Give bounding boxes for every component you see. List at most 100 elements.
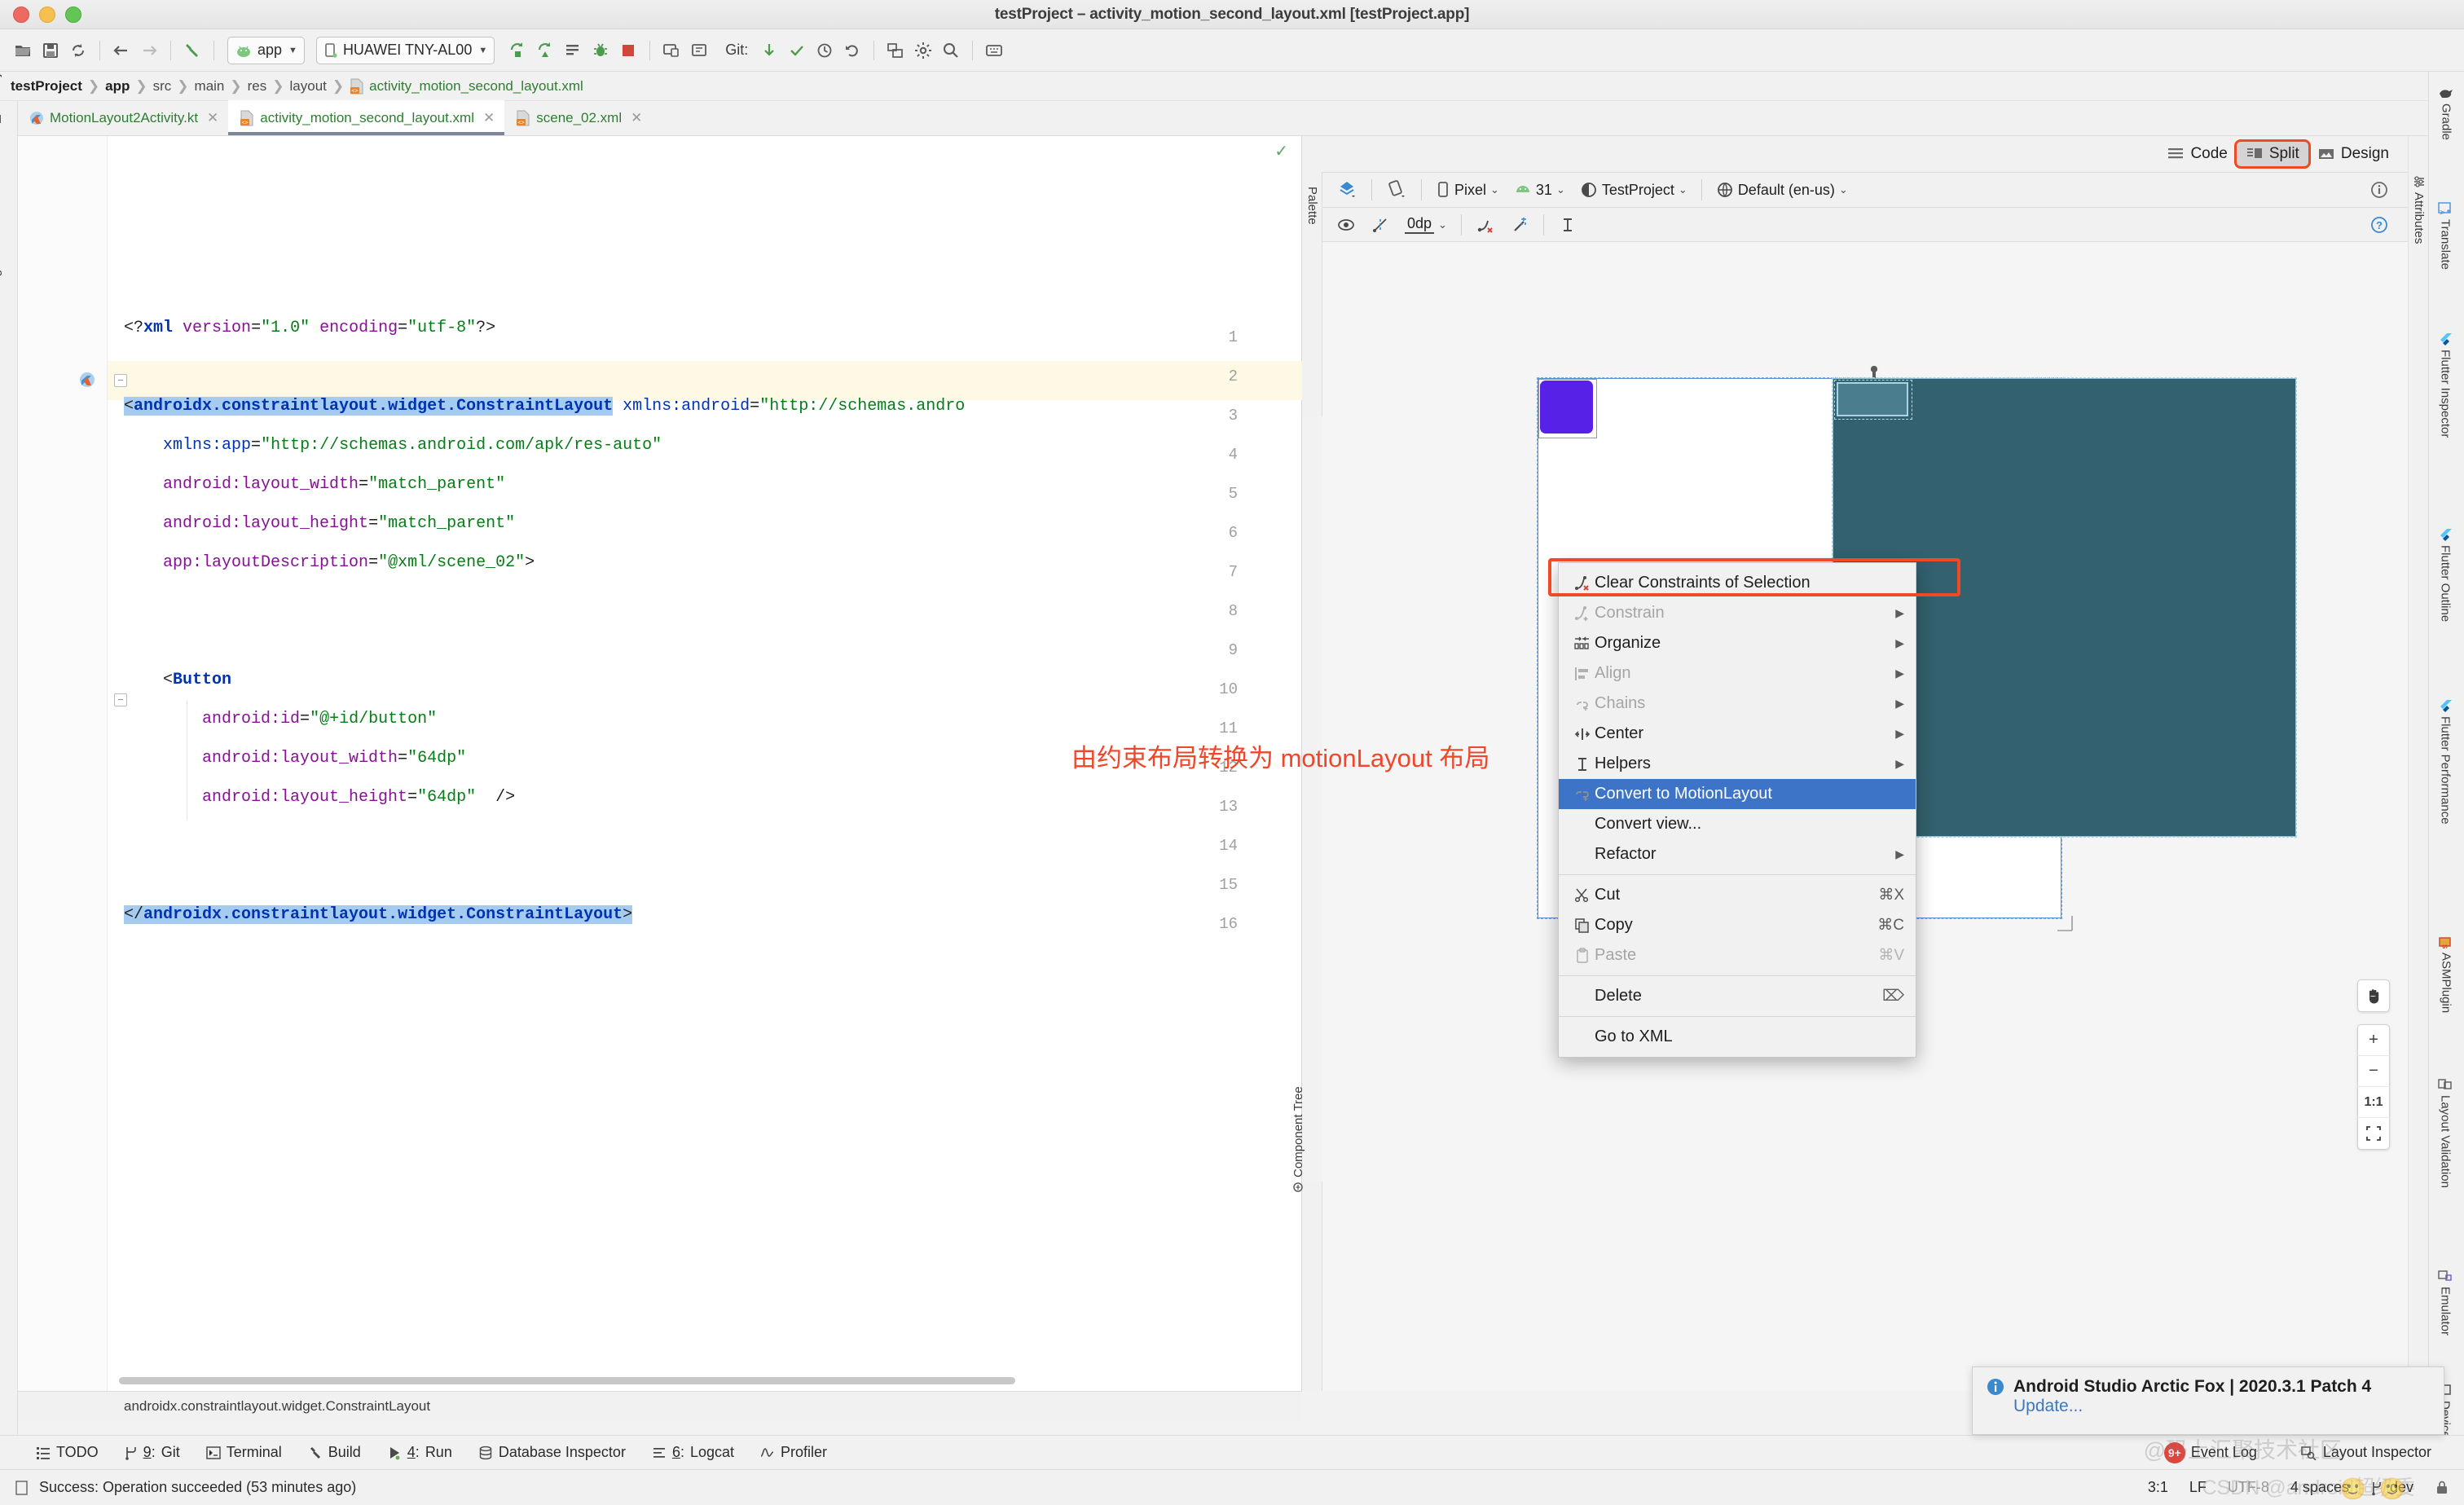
tab-close-icon-1[interactable]: ✕ <box>483 110 495 126</box>
gutter-related-file-icon[interactable] <box>78 371 96 389</box>
device-resize-handle[interactable] <box>2056 914 2074 932</box>
tool-button-profiler[interactable]: Profiler <box>747 1441 840 1463</box>
pan-control-group[interactable] <box>2357 979 2390 1012</box>
zoom-control-group[interactable]: + − 1:1 <box>2357 1024 2390 1150</box>
sidebar-item-flutter-performance[interactable]: Flutter Performance <box>2438 699 2453 825</box>
view-mode-design[interactable]: Design <box>2308 142 2398 166</box>
button-widget[interactable] <box>1540 381 1593 433</box>
tab-close-icon-0[interactable]: ✕ <box>207 110 218 126</box>
editor-gutter[interactable] <box>18 136 108 1391</box>
update-notification[interactable]: Android Studio Arctic Fox | 2020.3.1 Pat… <box>1972 1366 2444 1435</box>
sidebar-item-attributes[interactable]: Attributes <box>2412 175 2426 244</box>
menu-item-constrain[interactable]: Constrain ▶ <box>1559 598 1916 628</box>
line-separator[interactable]: LF <box>2189 1479 2207 1496</box>
sidebar-item-component-tree[interactable]: Component Tree <box>1291 1086 1305 1193</box>
locale-dropdown[interactable]: Default (en-us) ⌄ <box>1709 178 1855 201</box>
tab-motionlayout2activity-kt[interactable]: MotionLayout2Activity.kt ✕ <box>18 100 228 135</box>
debug-icon[interactable] <box>587 37 614 64</box>
design-surface-icon[interactable] <box>1329 177 1365 203</box>
breadcrumb-item-2[interactable]: src <box>147 78 178 95</box>
editor-horizontal-scrollbar[interactable] <box>119 1377 1015 1384</box>
orientation-icon[interactable] <box>1379 177 1415 203</box>
menu-item-refactor[interactable]: Refactor ▶ <box>1559 839 1916 869</box>
tab-scene-02-xml[interactable]: <> scene_02.xml ✕ <box>504 100 652 135</box>
file-encoding[interactable]: UTF-8 <box>2228 1479 2269 1496</box>
view-mode-code[interactable]: Code <box>2158 142 2236 166</box>
menu-item-helpers[interactable]: Helpers ▶ <box>1559 749 1916 779</box>
menu-item-paste[interactable]: Paste ⌘V <box>1559 940 1916 970</box>
tool-button-terminal[interactable]: Terminal <box>193 1441 295 1463</box>
tool-button-build[interactable]: Build <box>295 1441 374 1463</box>
menu-item-cut[interactable]: Cut ⌘X <box>1559 880 1916 910</box>
magic-wand-icon[interactable] <box>1503 213 1537 237</box>
sidebar-item-flutter-inspector[interactable]: Flutter Inspector <box>2438 332 2453 438</box>
blueprint-button-widget[interactable] <box>1837 382 1908 416</box>
sidebar-item-flutter-outline[interactable]: Flutter Outline <box>2438 528 2453 622</box>
menu-item-center[interactable]: Center ▶ <box>1559 719 1916 749</box>
tool-button-todo[interactable]: TODO <box>23 1441 112 1463</box>
run-icon[interactable] <box>504 37 530 64</box>
eye-icon[interactable] <box>1329 213 1363 237</box>
pan-hand-icon[interactable] <box>2357 980 2390 1011</box>
key-promoter-icon[interactable] <box>981 37 1007 64</box>
theme-dropdown[interactable]: TestProject ⌄ <box>1573 178 1695 201</box>
view-mode-split[interactable]: Split <box>2233 139 2311 169</box>
commit-icon[interactable] <box>784 37 810 64</box>
sdk-manager-icon[interactable] <box>686 37 712 64</box>
menu-item-convert-to-motionlayout[interactable]: Convert to MotionLayout <box>1559 779 1916 809</box>
sync-icon[interactable] <box>65 37 91 64</box>
show-constraints-icon[interactable] <box>1363 213 1397 237</box>
sidebar-item-project[interactable]: 1: Project <box>0 58 2 125</box>
tab-close-icon-2[interactable]: ✕ <box>631 110 642 126</box>
search-everywhere-icon[interactable] <box>938 37 964 64</box>
module-selector[interactable]: app ▼ <box>227 36 305 64</box>
tool-button-logcat[interactable]: 6: Logcat <box>639 1441 747 1463</box>
default-margin-value[interactable]: 0dp ⌄ <box>1397 213 1454 236</box>
save-icon[interactable] <box>37 37 64 64</box>
clear-constraints-icon[interactable] <box>1468 213 1503 237</box>
breadcrumb-item-1[interactable]: app <box>99 78 135 95</box>
sidebar-item-emulator[interactable]: Emulator <box>2438 1270 2453 1336</box>
sidebar-item-translate[interactable]: A Translate <box>2438 202 2453 270</box>
menu-item-convert-view[interactable]: Convert view... <box>1559 809 1916 839</box>
zoom-out-button[interactable]: − <box>2357 1056 2390 1087</box>
api-level-dropdown[interactable]: 31 ⌄ <box>1507 179 1573 201</box>
sidebar-item-gradle[interactable]: Gradle <box>2438 86 2454 140</box>
design-context-menu[interactable]: Clear Constraints of Selection Constrain… <box>1558 562 1916 1058</box>
tool-button-run[interactable]: 4: Run <box>374 1441 465 1463</box>
menu-item-go-to-xml[interactable]: Go to XML <box>1559 1022 1916 1052</box>
back-arrow-icon[interactable] <box>108 37 134 64</box>
sidebar-item-asmplugin[interactable]: S ASMPlugin <box>2438 935 2454 1013</box>
device-dropdown[interactable]: Pixel ⌄ <box>1428 178 1507 201</box>
menu-item-organize[interactable]: Organize ▶ <box>1559 628 1916 658</box>
breadcrumb-item-4[interactable]: res <box>242 78 273 95</box>
zoom-to-fit-button[interactable] <box>2357 1118 2390 1149</box>
notification-update-link[interactable]: Update... <box>2013 1397 2431 1416</box>
device-selector[interactable]: HUAWEI TNY-AL00 ▼ <box>315 36 495 64</box>
zoom-in-button[interactable]: + <box>2357 1025 2390 1056</box>
help-icon[interactable]: ? <box>2362 213 2396 237</box>
settings-icon[interactable] <box>910 37 936 64</box>
stop-icon[interactable] <box>615 37 641 64</box>
caret-position[interactable]: 3:1 <box>2148 1479 2168 1496</box>
run-with-coverage-icon[interactable] <box>532 37 558 64</box>
menu-item-delete[interactable]: Delete ⌦ <box>1559 981 1916 1011</box>
sidebar-item-resource-manager[interactable]: Resource Manager <box>0 258 2 378</box>
breadcrumb-item-5[interactable]: layout <box>284 78 332 95</box>
breadcrumb-item-0[interactable]: testProject <box>5 78 88 95</box>
tab-activity-motion-second-layout-xml[interactable]: <> activity_motion_second_layout.xml ✕ <box>228 100 505 135</box>
apply-changes-icon[interactable] <box>560 37 586 64</box>
sidebar-item-palette[interactable]: Palette <box>1305 187 1319 225</box>
tool-button-database-inspector[interactable]: Database Inspector <box>465 1441 639 1463</box>
layout-inspector-icon[interactable] <box>882 37 909 64</box>
rollback-icon[interactable] <box>839 37 865 64</box>
guideline-icon[interactable] <box>1551 213 1585 237</box>
tool-button-git[interactable]: 9: Git <box>112 1441 193 1463</box>
sidebar-item-build-variants[interactable]: Build Variants <box>0 1258 2 1348</box>
tool-button-event-log[interactable]: 9+ Event Log <box>2151 1440 2270 1466</box>
breadcrumb-item-6[interactable]: <> activity_motion_second_layout.xml <box>344 78 589 95</box>
breadcrumb-item-3[interactable]: main <box>189 78 231 95</box>
sidebar-item-structure[interactable]: 7: Structure <box>0 984 2 1063</box>
sidebar-item-favorites[interactable]: 2: Favorites <box>0 1130 2 1209</box>
history-icon[interactable] <box>812 37 838 64</box>
